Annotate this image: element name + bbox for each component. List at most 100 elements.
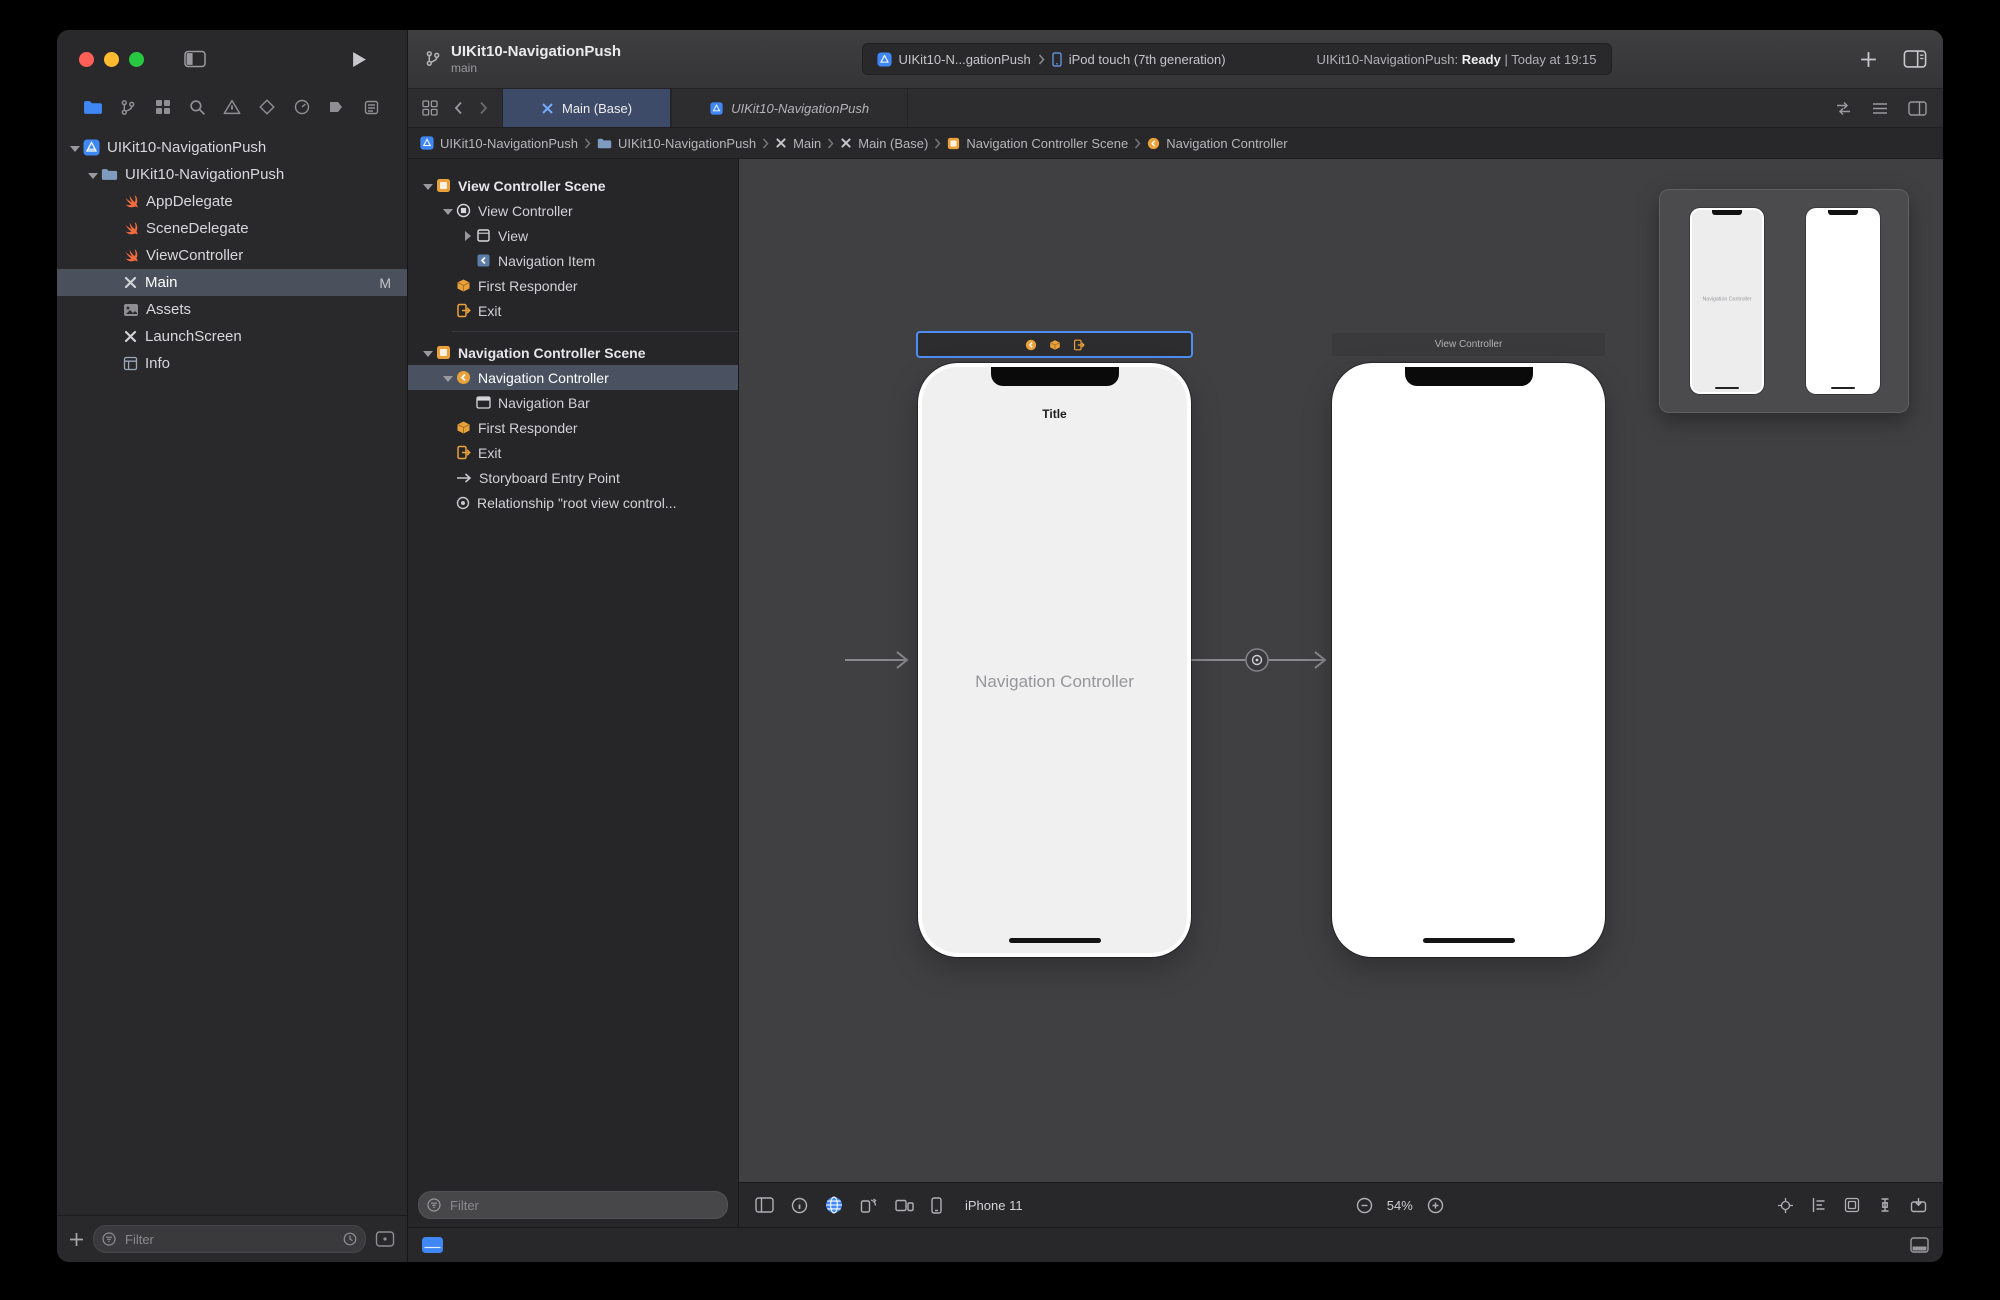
tree-item-viewcontroller[interactable]: ViewController xyxy=(57,242,407,269)
appearance-globe-icon[interactable] xyxy=(825,1196,843,1214)
disclosure-triangle[interactable] xyxy=(440,370,456,386)
orientation-icon[interactable] xyxy=(860,1197,878,1213)
breadcrumb-project[interactable]: UIKit10-NavigationPush xyxy=(420,136,578,151)
zoom-out-icon[interactable] xyxy=(1356,1197,1373,1214)
device-phone-icon[interactable] xyxy=(931,1196,942,1214)
outline-filter-input[interactable] xyxy=(448,1196,719,1214)
disclosure-triangle[interactable] xyxy=(420,178,436,194)
add-file-icon[interactable] xyxy=(69,1232,84,1247)
debug-area-toggle-icon[interactable] xyxy=(422,1237,443,1253)
update-frames-icon[interactable] xyxy=(1777,1197,1794,1214)
nav-controller-screen[interactable]: Title Navigation Controller xyxy=(922,367,1187,953)
outline-row-vc-scene[interactable]: View Controller Scene xyxy=(408,173,738,198)
console-panel-icon[interactable] xyxy=(1910,1237,1929,1253)
zoom-in-icon[interactable] xyxy=(1427,1197,1444,1214)
outline-row-entry-point[interactable]: Storyboard Entry Point xyxy=(408,465,738,490)
exit-icon[interactable] xyxy=(1073,339,1085,351)
outline-row-relationship[interactable]: Relationship "root view control... xyxy=(408,490,738,515)
root-view-controller-relationship-arrow[interactable] xyxy=(1191,645,1333,675)
tree-item-scenedelegate[interactable]: SceneDelegate xyxy=(57,215,407,242)
report-navigator-icon[interactable] xyxy=(361,97,381,117)
outline-row-view-controller[interactable]: View Controller xyxy=(408,198,738,223)
view-controller-scene-device[interactable] xyxy=(1332,363,1605,957)
outline-filter-field[interactable] xyxy=(418,1191,728,1219)
disclosure-triangle[interactable] xyxy=(85,167,101,183)
breadcrumb-group[interactable]: UIKit10-NavigationPush xyxy=(597,136,756,151)
editor-options-icon[interactable] xyxy=(1903,50,1927,68)
close-button[interactable] xyxy=(79,51,94,67)
source-control-navigator-icon[interactable] xyxy=(118,97,138,117)
project-navigator-icon[interactable] xyxy=(83,97,103,117)
minimap-view-controller[interactable] xyxy=(1806,208,1880,394)
canvas-minimap[interactable]: Navigation Controller xyxy=(1659,189,1909,413)
storyboard-entry-arrow[interactable] xyxy=(843,646,921,674)
storyboard-canvas[interactable]: Title Navigation Controller View Control… xyxy=(739,159,1943,1182)
adjust-editor-icon[interactable] xyxy=(1872,102,1888,115)
breadcrumb-main-base[interactable]: Main (Base) xyxy=(840,136,928,151)
outline-row-view[interactable]: View xyxy=(408,223,738,248)
navigation-controller-icon[interactable] xyxy=(1025,339,1037,351)
outline-row-navigation-controller[interactable]: Navigation Controller xyxy=(408,365,738,390)
navigator-filter-field[interactable] xyxy=(93,1225,366,1253)
tree-item-group[interactable]: UIKit10-NavigationPush xyxy=(57,161,407,188)
forward-chevron-icon[interactable] xyxy=(479,101,488,115)
view-controller-screen[interactable] xyxy=(1336,367,1601,953)
disclosure-triangle[interactable] xyxy=(67,140,83,156)
breadcrumb-scene[interactable]: Navigation Controller Scene xyxy=(947,136,1128,151)
scheme-area[interactable]: UIKit10-NavigationPush main xyxy=(424,43,621,75)
view-controller-scene-dock[interactable]: View Controller xyxy=(1332,333,1605,356)
outline-row-first-responder[interactable]: First Responder xyxy=(408,273,738,298)
outline-toggle-icon[interactable] xyxy=(755,1197,774,1213)
library-plus-icon[interactable] xyxy=(1860,51,1877,68)
scene-dock-label[interactable]: View Controller xyxy=(1435,339,1503,350)
resolve-autolayout-icon[interactable] xyxy=(1910,1197,1927,1213)
run-destination[interactable]: iPod touch (7th generation) xyxy=(1069,52,1226,67)
disclosure-triangle[interactable] xyxy=(460,228,476,244)
symbol-navigator-icon[interactable] xyxy=(153,97,173,117)
tab-project[interactable]: UIKit10-NavigationPush xyxy=(671,89,909,127)
outline-row-nav-scene[interactable]: Navigation Controller Scene xyxy=(408,340,738,365)
minimize-button[interactable] xyxy=(104,51,119,67)
add-editor-icon[interactable] xyxy=(1908,100,1927,116)
nav-controller-scene-dock[interactable] xyxy=(918,333,1191,356)
tree-item-main-storyboard[interactable]: Main M xyxy=(57,269,407,296)
tree-item-appdelegate[interactable]: AppDelegate xyxy=(57,188,407,215)
run-button[interactable] xyxy=(352,51,367,68)
source-control-filter-icon[interactable] xyxy=(375,1230,395,1248)
zoom-level-label[interactable]: 54% xyxy=(1387,1198,1413,1213)
scheme-name[interactable]: UIKit10-N...gationPush xyxy=(899,52,1031,67)
trait-info-icon[interactable] xyxy=(791,1197,808,1214)
issue-navigator-icon[interactable] xyxy=(222,97,242,117)
breadcrumb-navigation-controller[interactable]: Navigation Controller xyxy=(1147,136,1288,151)
tab-main-base[interactable]: Main (Base) xyxy=(502,89,672,127)
outline-row-navigation-bar[interactable]: Navigation Bar xyxy=(408,390,738,415)
back-chevron-icon[interactable] xyxy=(454,101,463,115)
outline-row-exit-2[interactable]: Exit xyxy=(408,440,738,465)
tree-item-info-plist[interactable]: Info xyxy=(57,350,407,377)
breakpoint-navigator-icon[interactable] xyxy=(326,97,346,117)
outline-row-navigation-item[interactable]: Navigation Item xyxy=(408,248,738,273)
outline-row-first-responder-2[interactable]: First Responder xyxy=(408,415,738,440)
tree-item-project-root[interactable]: UIKit10-NavigationPush xyxy=(57,134,407,161)
add-constraints-icon[interactable] xyxy=(1877,1197,1893,1213)
debug-navigator-icon[interactable] xyxy=(292,97,312,117)
recent-files-clock-icon[interactable] xyxy=(343,1232,357,1246)
first-responder-icon[interactable] xyxy=(1049,339,1061,351)
minimap-nav-controller[interactable]: Navigation Controller xyxy=(1690,208,1764,394)
code-review-icon[interactable] xyxy=(1835,101,1852,116)
align-icon[interactable] xyxy=(1811,1197,1827,1213)
tree-item-assets[interactable]: Assets xyxy=(57,296,407,323)
disclosure-triangle[interactable] xyxy=(440,203,456,219)
adaptive-preview-icon[interactable] xyxy=(895,1198,914,1213)
fullscreen-button[interactable] xyxy=(129,51,144,67)
sidebar-toggle-icon[interactable] xyxy=(184,50,206,68)
device-name-label[interactable]: iPhone 11 xyxy=(965,1198,1023,1213)
outline-row-exit[interactable]: Exit xyxy=(408,298,738,323)
nav-bar-title[interactable]: Title xyxy=(922,407,1187,421)
test-navigator-icon[interactable] xyxy=(257,97,277,117)
tab-overview-icon[interactable] xyxy=(422,100,438,116)
embed-in-stack-icon[interactable] xyxy=(1844,1197,1860,1213)
nav-controller-scene-device[interactable]: Title Navigation Controller xyxy=(918,363,1191,957)
breadcrumb-main[interactable]: Main xyxy=(775,136,821,151)
navigator-filter-input[interactable] xyxy=(123,1230,337,1248)
